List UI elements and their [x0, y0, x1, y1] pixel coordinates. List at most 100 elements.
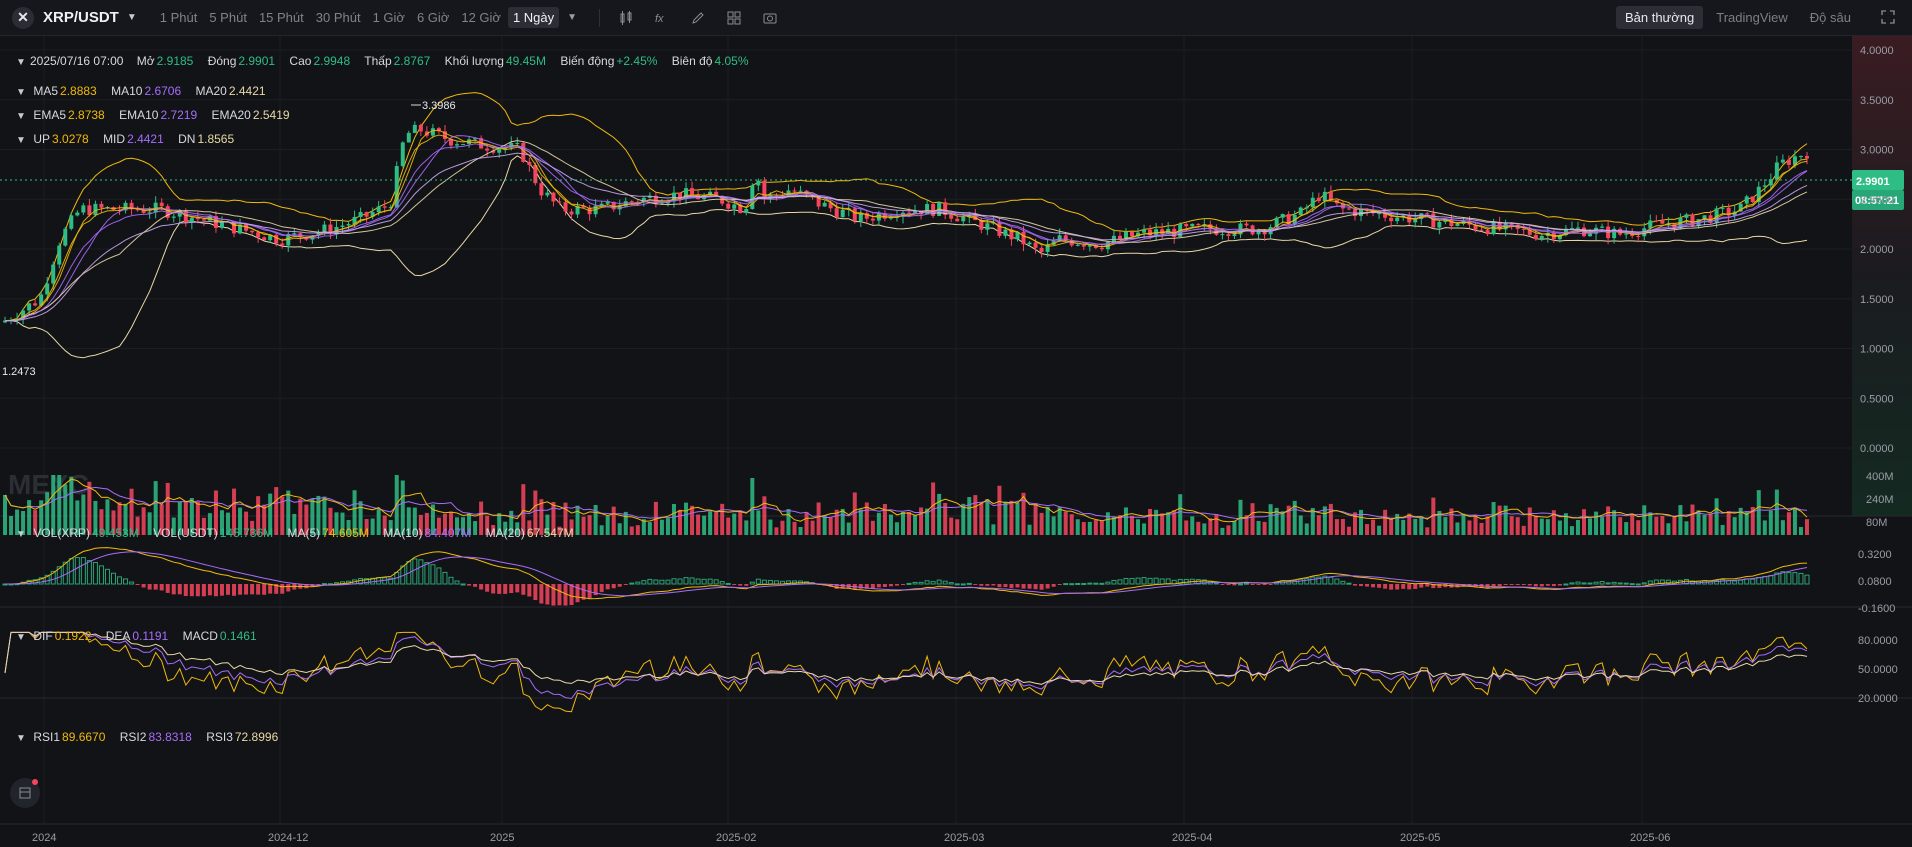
macd-histogram-bar: [262, 584, 267, 595]
macd-histogram-bar: [671, 578, 677, 585]
volume-bar: [708, 511, 713, 535]
volume-bar: [1642, 505, 1647, 535]
interval-6h[interactable]: 6 Giờ: [412, 7, 454, 28]
mode-basic[interactable]: Bản thường: [1615, 6, 1704, 29]
volume-bar: [1708, 513, 1713, 535]
volume-bar: [1696, 510, 1701, 535]
ema20-value: 2.5419: [252, 108, 290, 122]
volume-bar: [1190, 516, 1195, 535]
indicators-fx-icon[interactable]: fx: [652, 8, 672, 28]
volume-bar: [1340, 518, 1345, 535]
interval-30m[interactable]: 30 Phút: [311, 7, 366, 28]
chart-settings-button[interactable]: [10, 778, 40, 808]
volume-bar: [894, 522, 899, 535]
candle-body: [1786, 159, 1791, 165]
macd-histogram-bar: [1762, 576, 1768, 585]
macd-histogram-bar: [1346, 582, 1352, 585]
volume-bar: [870, 520, 875, 535]
close-label: Đóng: [207, 54, 237, 68]
interval-5m[interactable]: 5 Phút: [204, 7, 252, 28]
low-label: Thấp: [364, 54, 392, 68]
volume-bar: [1401, 519, 1406, 535]
boll-up-value: 3.0278: [52, 132, 89, 146]
screenshot-camera-icon[interactable]: [760, 8, 780, 28]
volume-bar: [846, 522, 851, 535]
symbol-selector[interactable]: XRP/USDT: [43, 9, 119, 26]
candle-type-icon[interactable]: [616, 8, 636, 28]
candle-body: [1226, 234, 1231, 237]
chart-canvas[interactable]: MEXC 2.9901 08:57:21 3.3986 1.2473 4.000…: [0, 36, 1912, 847]
candle-body: [99, 203, 104, 208]
rsi-collapse-icon[interactable]: ▼: [16, 733, 26, 744]
macd-collapse-icon[interactable]: ▼: [16, 632, 26, 643]
macd-label: MACD: [182, 629, 218, 643]
candle-body: [1039, 247, 1044, 252]
time-tick-label: 2025-05: [1400, 832, 1440, 844]
interval-more-chevron-icon[interactable]: ▼: [567, 12, 577, 23]
candle-body: [461, 144, 466, 146]
price-tick-label: 1.5000: [1860, 294, 1894, 306]
macd-histogram-bar: [689, 577, 695, 585]
volume-bar: [1136, 519, 1141, 535]
candle-body: [1654, 220, 1659, 222]
volume-bar: [1485, 516, 1490, 535]
grid-lines: [0, 36, 1852, 824]
boll-dn-value: 1.8565: [197, 132, 235, 146]
candle-body: [262, 237, 267, 241]
macd-histogram-bar: [201, 584, 206, 597]
macd-histogram-bar: [755, 578, 761, 585]
volume-bar: [1425, 527, 1430, 535]
candle-body: [195, 217, 200, 220]
interval-1m[interactable]: 1 Phút: [155, 7, 203, 28]
macd-histogram-bar: [171, 584, 176, 595]
macd-histogram-bar: [159, 584, 164, 591]
volume-bar: [1166, 512, 1171, 535]
macd-histogram-bar: [749, 581, 755, 585]
volume-bar: [1178, 494, 1183, 535]
symbol-dropdown-chevron-icon[interactable]: ▼: [127, 12, 137, 23]
volume-bar: [1786, 512, 1791, 535]
macd-value: 0.1461: [219, 629, 257, 643]
macd-histogram-bar: [226, 584, 230, 595]
interval-15m[interactable]: 15 Phút: [254, 7, 309, 28]
candle-body: [629, 201, 634, 203]
volume-bar: [659, 519, 664, 535]
interval-12h[interactable]: 12 Giờ: [456, 7, 506, 28]
interval-1d[interactable]: 1 Ngày: [507, 7, 560, 28]
boll-dn-label: DN: [178, 132, 196, 146]
vol-collapse-icon[interactable]: ▼: [16, 529, 26, 540]
ema-collapse-icon[interactable]: ▼: [16, 111, 26, 122]
candle-body: [1762, 185, 1767, 187]
macd-histogram-bar: [129, 581, 135, 585]
volume-bar: [617, 523, 622, 535]
mode-tradingview[interactable]: TradingView: [1707, 6, 1797, 29]
vol-usdt-label: VOL(USDT): [153, 526, 218, 540]
candle-body: [1575, 227, 1580, 229]
interval-1h[interactable]: 1 Giờ: [368, 7, 410, 28]
macd-histogram-bar: [1123, 577, 1129, 585]
volume-bar: [1582, 509, 1586, 535]
macd-histogram-bar: [1798, 572, 1804, 585]
candle-body: [1244, 223, 1249, 226]
macd-histogram-bar: [1359, 584, 1364, 587]
candle-body: [1027, 242, 1032, 245]
mode-depth[interactable]: Độ sâu: [1801, 6, 1860, 29]
boll-lower-line: [4, 155, 1808, 359]
dea-value: 0.1191: [132, 629, 169, 643]
layout-grid-icon[interactable]: [724, 8, 744, 28]
macd-histogram-bar: [1237, 583, 1243, 586]
rsi-line-3: [4, 631, 1808, 685]
boll-collapse-icon[interactable]: ▼: [16, 135, 26, 146]
dea-label: DEA: [105, 629, 131, 643]
macd-histogram-bar: [509, 584, 514, 594]
ma-collapse-icon[interactable]: ▼: [16, 87, 26, 98]
candle-body: [394, 166, 399, 208]
ohlc-collapse-icon[interactable]: ▼: [16, 57, 26, 68]
macd-histogram-bar: [479, 584, 484, 590]
fullscreen-icon[interactable]: [1880, 9, 1898, 27]
candle-body: [430, 128, 435, 136]
drawing-pencil-icon[interactable]: [688, 8, 708, 28]
volume-bar: [1509, 516, 1514, 535]
macd-histogram-bar: [207, 584, 212, 596]
volume-bar: [1539, 518, 1544, 535]
